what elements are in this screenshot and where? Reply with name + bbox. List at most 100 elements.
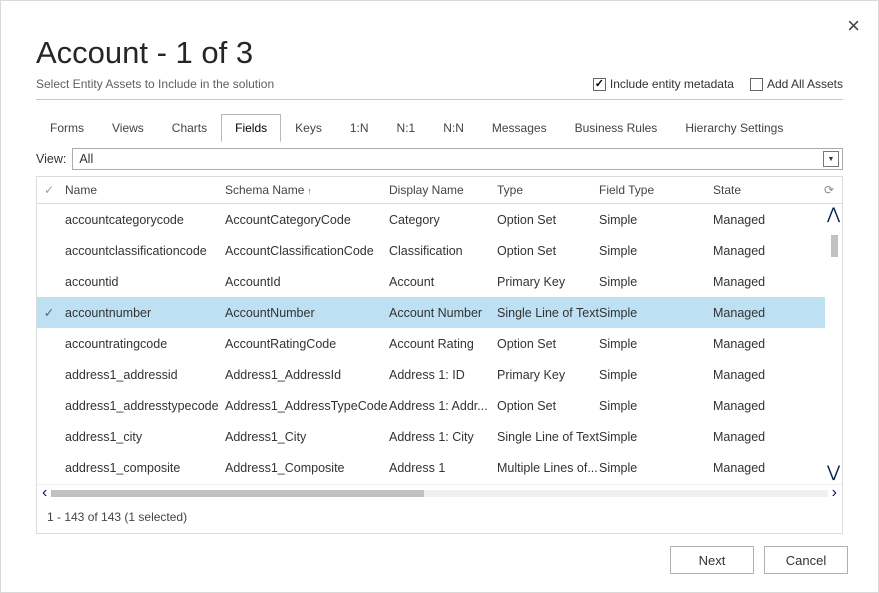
view-select[interactable]: All ▼ <box>72 148 843 170</box>
col-state[interactable]: State <box>713 183 816 197</box>
scroll-up-icon[interactable]: ⋀ <box>827 204 840 226</box>
cell-ftype: Simple <box>599 275 713 289</box>
table-row[interactable]: accountidAccountIdAccountPrimary KeySimp… <box>37 266 842 297</box>
cell-name: address1_city <box>61 430 225 444</box>
add-all-assets-label: Add All Assets <box>767 77 843 91</box>
cell-ftype: Simple <box>599 399 713 413</box>
view-value: All <box>79 152 93 166</box>
include-metadata-checkbox[interactable]: Include entity metadata <box>593 77 734 91</box>
cell-ftype: Simple <box>599 213 713 227</box>
cell-name: accountnumber <box>61 306 225 320</box>
cell-state: Managed <box>713 368 816 382</box>
page-title: Account - 1 of 3 <box>36 37 843 68</box>
grid-header: ✓ Name Schema Name↑ Display Name Type Fi… <box>37 177 842 204</box>
cell-name: address1_addressid <box>61 368 225 382</box>
tab-bar: FormsViewsChartsFieldsKeys1:NN:1N:NMessa… <box>36 114 843 142</box>
cell-display: Address 1: Addr... <box>389 399 497 413</box>
tab-1-n[interactable]: 1:N <box>336 114 383 142</box>
vertical-scrollbar[interactable]: ⋀ ⋁ <box>825 204 842 484</box>
table-row[interactable]: accountcategorycodeAccountCategoryCodeCa… <box>37 204 842 235</box>
scroll-thumb[interactable] <box>831 235 838 257</box>
col-ftype[interactable]: Field Type <box>599 183 713 197</box>
tab-hierarchy-settings[interactable]: Hierarchy Settings <box>671 114 797 142</box>
scroll-thumb[interactable] <box>51 490 424 497</box>
table-row[interactable]: address1_cityAddress1_CityAddress 1: Cit… <box>37 421 842 452</box>
cell-state: Managed <box>713 306 816 320</box>
checkbox-icon <box>593 78 606 91</box>
cell-state: Managed <box>713 461 816 475</box>
col-schema[interactable]: Schema Name↑ <box>225 183 389 197</box>
cell-ftype: Simple <box>599 306 713 320</box>
cancel-button[interactable]: Cancel <box>764 546 848 574</box>
scroll-down-icon[interactable]: ⋁ <box>827 462 840 484</box>
col-display[interactable]: Display Name <box>389 183 497 197</box>
page-subtitle: Select Entity Assets to Include in the s… <box>36 77 274 91</box>
cell-display: Classification <box>389 244 497 258</box>
cell-name: accountcategorycode <box>61 213 225 227</box>
status-bar: 1 - 143 of 143 (1 selected) <box>37 501 842 533</box>
cell-type: Primary Key <box>497 275 599 289</box>
tab-charts[interactable]: Charts <box>158 114 221 142</box>
tab-views[interactable]: Views <box>98 114 158 142</box>
tab-keys[interactable]: Keys <box>281 114 336 142</box>
next-button[interactable]: Next <box>670 546 754 574</box>
cell-ftype: Simple <box>599 244 713 258</box>
col-name[interactable]: Name <box>61 183 225 197</box>
tab-business-rules[interactable]: Business Rules <box>561 114 672 142</box>
cell-state: Managed <box>713 244 816 258</box>
cell-schema: AccountNumber <box>225 306 389 320</box>
tab-n-n[interactable]: N:N <box>429 114 478 142</box>
cell-schema: AccountId <box>225 275 389 289</box>
cell-state: Managed <box>713 337 816 351</box>
tab-forms[interactable]: Forms <box>36 114 98 142</box>
cell-state: Managed <box>713 275 816 289</box>
cell-name: address1_addresstypecode <box>61 399 225 413</box>
table-row[interactable]: address1_compositeAddress1_CompositeAddr… <box>37 452 842 483</box>
cell-type: Single Line of Text <box>497 306 599 320</box>
cell-display: Account Rating <box>389 337 497 351</box>
cell-ftype: Simple <box>599 337 713 351</box>
cell-type: Option Set <box>497 244 599 258</box>
cell-schema: Address1_Composite <box>225 461 389 475</box>
table-row[interactable]: address1_addresstypecodeAddress1_Address… <box>37 390 842 421</box>
cell-name: accountclassificationcode <box>61 244 225 258</box>
table-row[interactable]: accountclassificationcodeAccountClassifi… <box>37 235 842 266</box>
close-icon[interactable]: × <box>847 15 860 37</box>
view-label: View: <box>36 152 66 166</box>
horizontal-scrollbar[interactable]: ‹ › <box>37 484 842 501</box>
add-all-assets-checkbox[interactable]: Add All Assets <box>750 77 843 91</box>
tab-fields[interactable]: Fields <box>221 114 281 142</box>
cell-display: Address 1: City <box>389 430 497 444</box>
cell-type: Multiple Lines of... <box>497 461 599 475</box>
cell-ftype: Simple <box>599 430 713 444</box>
cell-type: Single Line of Text <box>497 430 599 444</box>
cell-display: Address 1 <box>389 461 497 475</box>
cell-type: Option Set <box>497 399 599 413</box>
cell-schema: Address1_AddressTypeCode <box>225 399 389 413</box>
table-row[interactable]: address1_addressidAddress1_AddressIdAddr… <box>37 359 842 390</box>
cell-type: Option Set <box>497 337 599 351</box>
cell-ftype: Simple <box>599 368 713 382</box>
scroll-right-icon[interactable]: › <box>832 485 837 501</box>
cell-state: Managed <box>713 399 816 413</box>
select-all-checkbox[interactable]: ✓ <box>37 183 61 197</box>
cell-schema: Address1_AddressId <box>225 368 389 382</box>
cell-schema: AccountRatingCode <box>225 337 389 351</box>
cell-schema: AccountCategoryCode <box>225 213 389 227</box>
col-type[interactable]: Type <box>497 183 599 197</box>
cell-type: Primary Key <box>497 368 599 382</box>
tab-n-1[interactable]: N:1 <box>383 114 430 142</box>
cell-display: Category <box>389 213 497 227</box>
table-row[interactable]: ✓accountnumberAccountNumberAccount Numbe… <box>37 297 842 328</box>
row-checkbox[interactable]: ✓ <box>37 305 61 320</box>
scroll-left-icon[interactable]: ‹ <box>42 485 47 501</box>
cell-name: accountid <box>61 275 225 289</box>
cell-state: Managed <box>713 430 816 444</box>
tab-messages[interactable]: Messages <box>478 114 561 142</box>
cell-name: address1_composite <box>61 461 225 475</box>
refresh-icon[interactable]: ⟳ <box>816 183 842 197</box>
cell-state: Managed <box>713 213 816 227</box>
table-row[interactable]: accountratingcodeAccountRatingCodeAccoun… <box>37 328 842 359</box>
checkbox-icon <box>750 78 763 91</box>
cell-ftype: Simple <box>599 461 713 475</box>
